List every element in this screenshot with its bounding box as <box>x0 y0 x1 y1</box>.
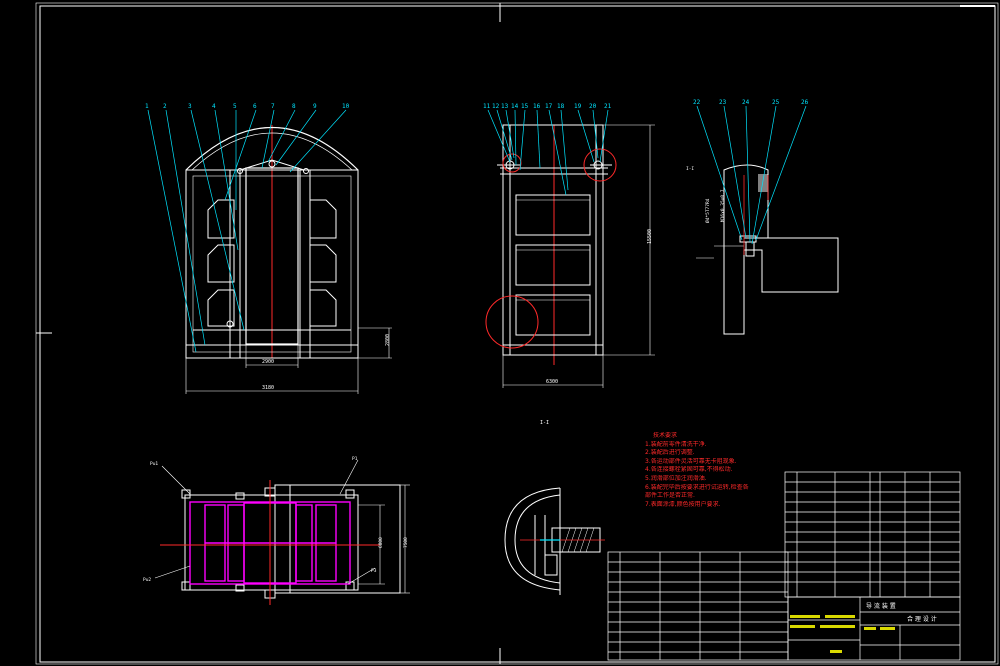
side-detail-circle-a <box>485 295 539 349</box>
front-label-2: 2 <box>163 103 167 110</box>
technical-notes: 技术要求 1.装配前零件清洗干净. 2.装配后进行调整. 3.各运动部件灵活可靠… <box>645 432 755 509</box>
plan-dim-inner: 6800 <box>378 537 384 548</box>
note-line-3: 3.各运动部件灵活可靠无卡阻现象. <box>645 457 737 465</box>
front-label-9: 9 <box>313 103 317 110</box>
side-label-14: 14 <box>511 103 519 110</box>
title-block-highlights <box>790 615 895 653</box>
plan-view: I-I Pu1 P1 Pu2 P3 6800 7500 <box>143 420 549 605</box>
note-line-2: 2.装配后进行调整. <box>645 449 695 457</box>
cad-drawing: 1 2 3 4 5 6 7 8 9 10 3180 2900 2800 11 1… <box>35 2 999 665</box>
detail-dim-b: Ø4*5T77R4 <box>704 198 711 223</box>
title-block-sub-title: 合 理 设 计 <box>907 615 937 623</box>
note-line-1: 1.装配前零件清洗干净. <box>645 440 707 448</box>
front-label-5: 5 <box>233 103 237 110</box>
side-label-11: 11 <box>483 103 491 110</box>
side-view: 11 12 13 14 15 16 17 18 19 20 21 6300 15… <box>483 103 655 388</box>
front-dim-inner: 2900 <box>262 359 274 365</box>
front-dim-overall: 3180 <box>262 385 274 391</box>
side-label-21: 21 <box>604 103 612 110</box>
front-leaders <box>147 109 347 353</box>
side-label-18: 18 <box>557 103 565 110</box>
front-label-1: 1 <box>145 103 149 110</box>
side-dim-height: 15500 <box>647 229 653 244</box>
detail-tag: I-I <box>686 166 694 172</box>
plan-tag-1: Pu1 <box>150 461 158 467</box>
note-line-7: 部件工作是否正常. <box>645 492 695 500</box>
note-line-6: 6.装配完毕后按要求进行试运转,检查各 <box>645 483 749 491</box>
title-block-main-title: 导 流 装 置 <box>866 602 896 610</box>
detail-label-23: 23 <box>719 99 727 106</box>
side-label-19: 19 <box>574 103 582 110</box>
note-line-8: 7.表面涂漆,颜色按用户要求. <box>645 500 721 508</box>
plan-tag-2: P1 <box>352 456 358 462</box>
detail-label-24: 24 <box>742 99 750 106</box>
plan-tag-4: P3 <box>371 568 377 574</box>
plan-tag-3: Pu2 <box>143 577 151 583</box>
front-label-4: 4 <box>212 103 216 110</box>
detail-top-view: 22 23 24 25 26 I-I M16x0.35x0.7 Ø4*5T77R… <box>686 99 839 335</box>
side-label-12: 12 <box>492 103 500 110</box>
front-dim-height: 2800 <box>385 334 391 346</box>
side-label-16: 16 <box>533 103 541 110</box>
note-line-4: 4.各连接螺栓紧固可靠,不得松动. <box>645 466 733 474</box>
detail-label-26: 26 <box>801 99 809 106</box>
plan-dim-outer: 7500 <box>403 537 409 548</box>
front-label-7: 7 <box>271 103 275 110</box>
side-label-20: 20 <box>589 103 597 110</box>
front-label-6: 6 <box>253 103 257 110</box>
note-line-5: 5.润滑部位加注润滑油. <box>645 474 707 482</box>
detail-label-25: 25 <box>772 99 780 106</box>
front-label-8: 8 <box>292 103 296 110</box>
detail-dim-a: M16x0.35x0.7 <box>720 189 726 222</box>
side-label-17: 17 <box>545 103 553 110</box>
front-view: 1 2 3 4 5 6 7 8 9 10 3180 2900 2800 <box>145 103 392 394</box>
notes-title: 技术要求 <box>653 432 678 439</box>
detail-label-22: 22 <box>693 99 701 106</box>
side-label-13: 13 <box>501 103 509 110</box>
plan-title: I-I <box>540 420 549 426</box>
side-dim-width: 6300 <box>546 379 558 385</box>
front-label-10: 10 <box>342 103 350 110</box>
section-detail <box>504 487 605 595</box>
side-label-15: 15 <box>521 103 529 110</box>
front-label-3: 3 <box>188 103 192 110</box>
